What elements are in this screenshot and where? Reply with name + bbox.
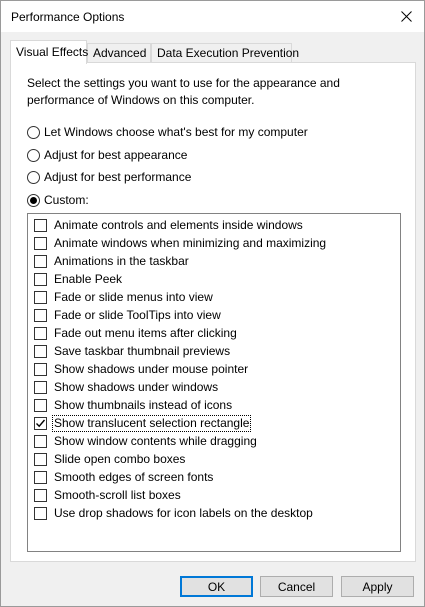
list-item-label: Show translucent selection rectangle bbox=[51, 415, 252, 432]
radio-best-performance[interactable]: Adjust for best performance bbox=[27, 168, 191, 186]
window-title: Performance Options bbox=[11, 10, 125, 24]
list-item-label: Fade out menu items after clicking bbox=[54, 326, 237, 340]
title-bar[interactable]: Performance Options bbox=[1, 1, 424, 32]
list-item[interactable]: Animations in the taskbar bbox=[34, 253, 190, 270]
list-item[interactable]: Enable Peek bbox=[34, 271, 123, 288]
checkbox[interactable] bbox=[34, 417, 47, 430]
close-button[interactable] bbox=[388, 1, 424, 32]
list-item[interactable]: Animate windows when minimizing and maxi… bbox=[34, 235, 327, 252]
apply-button[interactable]: Apply bbox=[341, 576, 414, 597]
description-text: Select the settings you want to use for … bbox=[27, 76, 340, 107]
checkbox[interactable] bbox=[34, 345, 47, 358]
list-item[interactable]: Smooth-scroll list boxes bbox=[34, 487, 182, 504]
radio-label: Adjust for best appearance bbox=[44, 148, 188, 162]
close-icon bbox=[400, 11, 412, 22]
list-item-label: Smooth-scroll list boxes bbox=[54, 488, 181, 502]
list-item[interactable]: Show thumbnails instead of icons bbox=[34, 397, 233, 414]
checkbox[interactable] bbox=[34, 489, 47, 502]
checkbox[interactable] bbox=[34, 273, 47, 286]
checkbox[interactable] bbox=[34, 435, 47, 448]
radio-label: Let Windows choose what's best for my co… bbox=[44, 125, 308, 139]
list-item[interactable]: Show window contents while dragging bbox=[34, 433, 258, 450]
radio-button[interactable] bbox=[27, 125, 40, 139]
tab-label: Advanced bbox=[93, 46, 147, 60]
radio-button[interactable] bbox=[27, 193, 40, 207]
list-item[interactable]: Fade or slide menus into view bbox=[34, 289, 214, 306]
tab-visual-effects[interactable]: Visual Effects bbox=[10, 40, 89, 64]
list-item-label: Show window contents while dragging bbox=[54, 434, 257, 448]
list-item-label: Animate windows when minimizing and maxi… bbox=[54, 236, 327, 250]
list-item-label: Show shadows under windows bbox=[54, 380, 219, 394]
list-item[interactable]: Use drop shadows for icon labels on the … bbox=[34, 505, 314, 522]
checkbox[interactable] bbox=[34, 507, 47, 520]
checkbox[interactable] bbox=[34, 237, 47, 250]
checkbox[interactable] bbox=[34, 255, 47, 268]
list-item-label: Animations in the taskbar bbox=[54, 254, 189, 268]
ok-button[interactable]: OK bbox=[180, 576, 253, 597]
checkbox[interactable] bbox=[34, 381, 47, 394]
list-item[interactable]: Fade out menu items after clicking bbox=[34, 325, 238, 342]
list-item-label: Slide open combo boxes bbox=[54, 452, 186, 466]
list-item[interactable]: Animate controls and elements inside win… bbox=[34, 217, 304, 234]
checkbox[interactable] bbox=[34, 219, 47, 232]
radio-best-appearance[interactable]: Adjust for best appearance bbox=[27, 146, 187, 164]
checkbox[interactable] bbox=[34, 291, 47, 304]
list-item[interactable]: Show translucent selection rectangle bbox=[34, 415, 252, 432]
radio-custom[interactable]: Custom: bbox=[27, 191, 89, 209]
list-item-label: Save taskbar thumbnail previews bbox=[54, 344, 231, 358]
checkbox[interactable] bbox=[34, 309, 47, 322]
performance-options-dialog: Performance Options Visual Effects Advan… bbox=[0, 0, 425, 607]
list-item-label: Show thumbnails instead of icons bbox=[54, 398, 233, 412]
list-item-label: Enable Peek bbox=[54, 272, 123, 286]
list-item-label: Fade or slide ToolTips into view bbox=[54, 308, 221, 322]
list-item[interactable]: Smooth edges of screen fonts bbox=[34, 469, 214, 486]
tab-advanced[interactable]: Advanced bbox=[87, 43, 151, 62]
radio-button[interactable] bbox=[27, 170, 40, 184]
checkbox[interactable] bbox=[34, 399, 47, 412]
tab-label: Visual Effects bbox=[16, 45, 89, 59]
radio-let-windows-choose[interactable]: Let Windows choose what's best for my co… bbox=[27, 123, 308, 141]
list-item[interactable]: Show shadows under mouse pointer bbox=[34, 361, 249, 378]
visual-effects-panel: Select the settings you want to use for … bbox=[10, 62, 416, 562]
list-item[interactable]: Show shadows under windows bbox=[34, 379, 219, 396]
checkbox[interactable] bbox=[34, 453, 47, 466]
tab-label: Data Execution Prevention bbox=[157, 46, 300, 60]
checkbox[interactable] bbox=[34, 327, 47, 340]
list-item[interactable]: Save taskbar thumbnail previews bbox=[34, 343, 231, 360]
radio-button[interactable] bbox=[27, 148, 40, 162]
list-item[interactable]: Slide open combo boxes bbox=[34, 451, 186, 468]
list-item-label: Use drop shadows for icon labels on the … bbox=[54, 506, 313, 520]
cancel-button[interactable]: Cancel bbox=[260, 576, 333, 597]
list-item-label: Show shadows under mouse pointer bbox=[54, 362, 249, 376]
list-item-label: Smooth edges of screen fonts bbox=[54, 470, 214, 484]
list-item[interactable]: Fade or slide ToolTips into view bbox=[34, 307, 222, 324]
radio-label: Custom: bbox=[44, 193, 89, 207]
checkbox[interactable] bbox=[34, 363, 47, 376]
list-item-label: Animate controls and elements inside win… bbox=[54, 218, 303, 232]
tab-data-execution-prevention[interactable]: Data Execution Prevention bbox=[151, 43, 299, 62]
visual-effects-list[interactable]: Animate controls and elements inside win… bbox=[27, 213, 401, 552]
radio-label: Adjust for best performance bbox=[44, 170, 192, 184]
checkmark-icon bbox=[36, 419, 46, 428]
list-item-label: Fade or slide menus into view bbox=[54, 290, 213, 304]
checkbox[interactable] bbox=[34, 471, 47, 484]
